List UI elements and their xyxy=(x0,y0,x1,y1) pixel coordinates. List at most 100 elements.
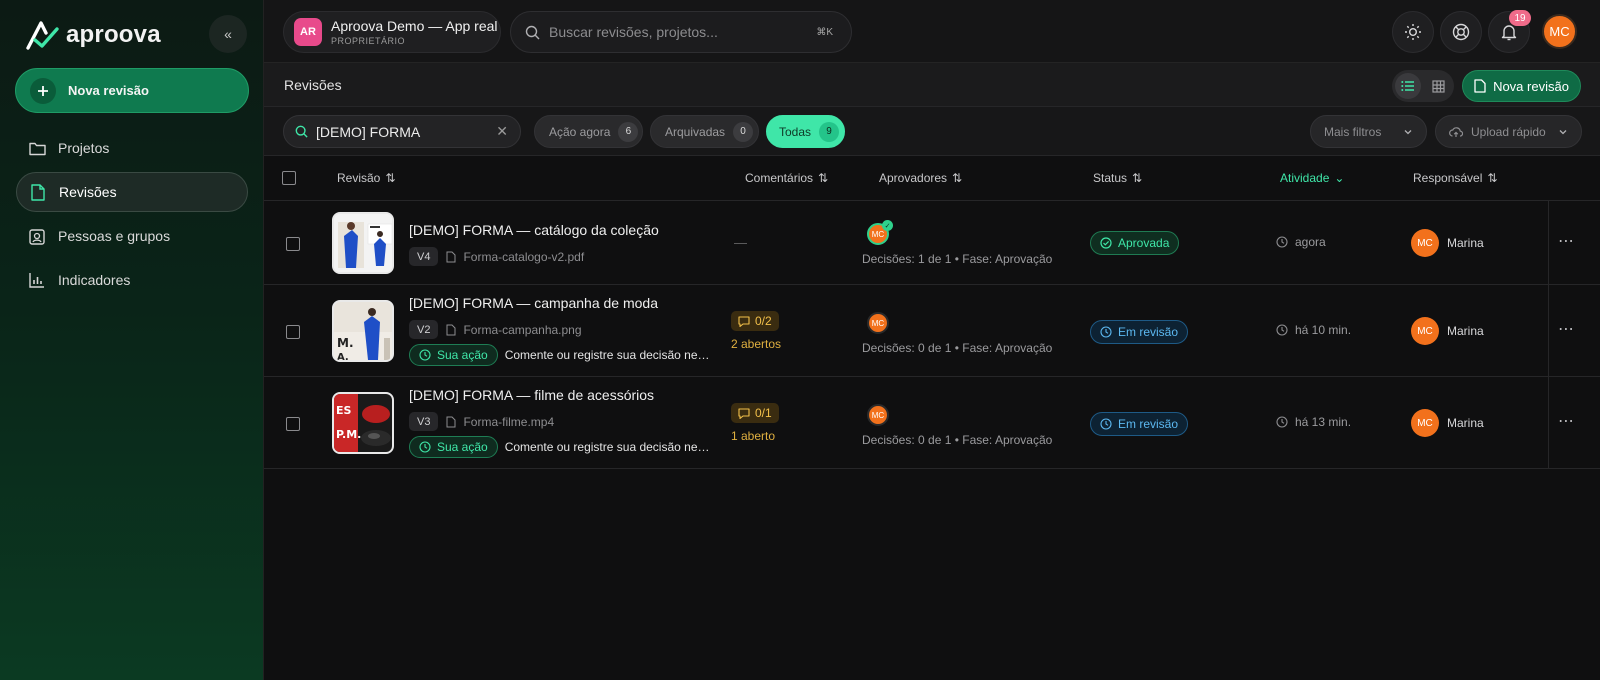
chevron-down-icon xyxy=(1559,130,1567,135)
column-header-aprovadores[interactable]: Aprovadores ⇅ xyxy=(879,171,962,185)
file-name-text: Forma-filme.mp4 xyxy=(463,414,555,429)
global-search-input[interactable]: Buscar revisões, projetos... ⌘K xyxy=(510,11,852,53)
activity-text: há 10 min. xyxy=(1295,323,1352,337)
tab-label: Arquivadas xyxy=(665,124,726,139)
sort-icon: ⇅ xyxy=(385,171,396,185)
reviews-table: Revisão ⇅ Comentários ⇅ Aprovadores ⇅ St… xyxy=(264,156,1600,469)
notifications-button[interactable]: 19 xyxy=(1488,10,1531,53)
activity-text: há 13 min. xyxy=(1295,415,1352,429)
quick-upload-dropdown[interactable]: Upload rápido xyxy=(1435,115,1582,148)
new-review-sidebar-button[interactable]: Nova revisão xyxy=(15,68,249,113)
clear-search-icon[interactable]: ✕ xyxy=(496,123,508,140)
revision-title[interactable]: [DEMO] FORMA — campanha de moda xyxy=(409,295,658,311)
tab-label: Ação agora xyxy=(549,124,611,139)
folder-icon xyxy=(28,139,46,157)
revision-thumbnail[interactable] xyxy=(332,212,394,274)
revision-title[interactable]: [DEMO] FORMA — catálogo da coleção xyxy=(409,222,659,238)
film-thumbnail-image: ES P.M. xyxy=(334,394,392,452)
file-name: Forma-catalogo-v2.pdf xyxy=(446,250,584,264)
sidebar-item-projetos[interactable]: Projetos xyxy=(16,128,248,168)
workspace-title: Aproova Demo — App real xyxy=(331,18,498,34)
cloud-upload-icon xyxy=(1449,126,1463,137)
workspace-switcher[interactable]: AR Aproova Demo — App real PROPRIETÁRIO xyxy=(283,11,501,53)
your-action-label: Sua ação xyxy=(437,440,488,454)
workspace-badge: AR xyxy=(294,18,322,46)
theme-toggle-button[interactable] xyxy=(1392,11,1434,53)
revision-thumbnail[interactable]: M. A. xyxy=(332,300,394,362)
search-shortcut: ⌘K xyxy=(816,26,833,38)
column-header-responsavel[interactable]: Responsável ⇅ xyxy=(1413,171,1497,185)
brand[interactable]: aproova xyxy=(26,20,161,50)
select-all-checkbox[interactable] xyxy=(282,171,296,185)
file-name: Forma-filme.mp4 xyxy=(446,415,554,429)
list-icon xyxy=(1401,81,1414,91)
more-filters-dropdown[interactable]: Mais filtros xyxy=(1310,115,1427,148)
sidebar-item-label: Revisões xyxy=(59,184,117,200)
approvals-summary: Decisões: 1 de 1 • Fase: Aprovação xyxy=(862,252,1053,266)
column-label: Revisão xyxy=(337,171,381,185)
brand-name: aproova xyxy=(66,21,161,48)
more-filters-label: Mais filtros xyxy=(1324,124,1382,139)
lifebuoy-icon xyxy=(1452,23,1470,41)
clock-icon xyxy=(1276,416,1288,428)
clock-icon xyxy=(1276,236,1288,248)
search-icon xyxy=(295,125,308,138)
help-button[interactable] xyxy=(1440,11,1482,53)
contacts-icon xyxy=(28,227,46,245)
row-checkbox[interactable] xyxy=(286,325,300,339)
approvals-summary: Decisões: 0 de 1 • Fase: Aprovação xyxy=(862,433,1053,447)
sidebar-item-indicadores[interactable]: Indicadores xyxy=(16,260,248,300)
revision-thumbnail[interactable]: ES P.M. xyxy=(332,392,394,454)
row-more-menu-icon[interactable]: ⋯ xyxy=(1558,411,1575,431)
new-review-label: Nova revisão xyxy=(1493,78,1569,94)
approver-avatar[interactable]: MC xyxy=(867,404,889,426)
file-icon xyxy=(446,251,456,262)
table-row[interactable]: ES P.M. [DEMO] FORMA — filme de acessóri… xyxy=(264,377,1600,469)
revision-title[interactable]: [DEMO] FORMA — filme de acessórios xyxy=(409,387,654,403)
search-icon xyxy=(525,25,540,39)
grid-view-button[interactable] xyxy=(1425,73,1451,99)
tab-count: 0 xyxy=(733,121,754,142)
sort-icon: ⇅ xyxy=(818,171,829,185)
row-checkbox[interactable] xyxy=(286,417,300,431)
file-icon xyxy=(446,324,456,335)
sidebar-item-revisoes[interactable]: Revisões xyxy=(16,172,248,212)
comments-badge[interactable]: 0/2 xyxy=(731,311,779,331)
approver-avatar[interactable]: MC xyxy=(867,312,889,334)
list-view-button[interactable] xyxy=(1395,73,1421,99)
column-header-revisao[interactable]: Revisão ⇅ xyxy=(337,171,395,185)
column-header-comentarios[interactable]: Comentários ⇅ xyxy=(745,171,828,185)
table-header: Revisão ⇅ Comentários ⇅ Aprovadores ⇅ St… xyxy=(264,156,1600,201)
svg-text:ES: ES xyxy=(336,404,352,417)
message-icon xyxy=(738,315,750,327)
table-row[interactable]: [DEMO] FORMA — catálogo da coleção V4 Fo… xyxy=(264,201,1600,285)
file-name: Forma-campanha.png xyxy=(446,323,582,337)
svg-text:M.: M. xyxy=(337,336,354,350)
tab-label: Todas xyxy=(779,124,812,139)
row-more-menu-icon[interactable]: ⋯ xyxy=(1558,319,1575,339)
column-header-atividade[interactable]: Atividade ⌄ xyxy=(1280,171,1344,185)
collapse-sidebar-button[interactable]: « xyxy=(209,15,247,53)
tab-todas[interactable]: Todas 9 xyxy=(766,115,845,148)
aproova-logo-icon xyxy=(26,21,59,50)
sun-icon xyxy=(1405,24,1421,40)
quick-upload-label: Upload rápido xyxy=(1471,124,1546,139)
your-action-badge[interactable]: Sua ação xyxy=(409,344,498,366)
tab-arquivadas[interactable]: Arquivadas 0 xyxy=(650,115,759,148)
user-avatar-button[interactable]: MC xyxy=(1542,14,1577,49)
comments-badge[interactable]: 0/1 xyxy=(731,403,779,423)
tab-count: 6 xyxy=(618,121,639,142)
sidebar-nav: Projetos Revisões Pessoas e grupos Indic… xyxy=(16,128,248,304)
tab-acao-agora[interactable]: Ação agora 6 xyxy=(534,115,643,148)
column-header-status[interactable]: Status ⇅ xyxy=(1093,171,1142,185)
row-more-menu-icon[interactable]: ⋯ xyxy=(1558,231,1575,251)
table-row[interactable]: M. A. [DEMO] FORMA — campanha de moda V2… xyxy=(264,285,1600,377)
your-action-badge[interactable]: Sua ação xyxy=(409,436,498,458)
new-review-button[interactable]: Nova revisão xyxy=(1462,70,1581,102)
row-checkbox[interactable] xyxy=(286,237,300,251)
review-search-input[interactable]: [DEMO] FORMA ✕ xyxy=(283,115,521,148)
svg-text:P.M.: P.M. xyxy=(336,428,361,441)
sidebar-item-pessoas[interactable]: Pessoas e grupos xyxy=(16,216,248,256)
activity-text: agora xyxy=(1295,235,1326,249)
sidebar-item-label: Indicadores xyxy=(58,272,131,288)
